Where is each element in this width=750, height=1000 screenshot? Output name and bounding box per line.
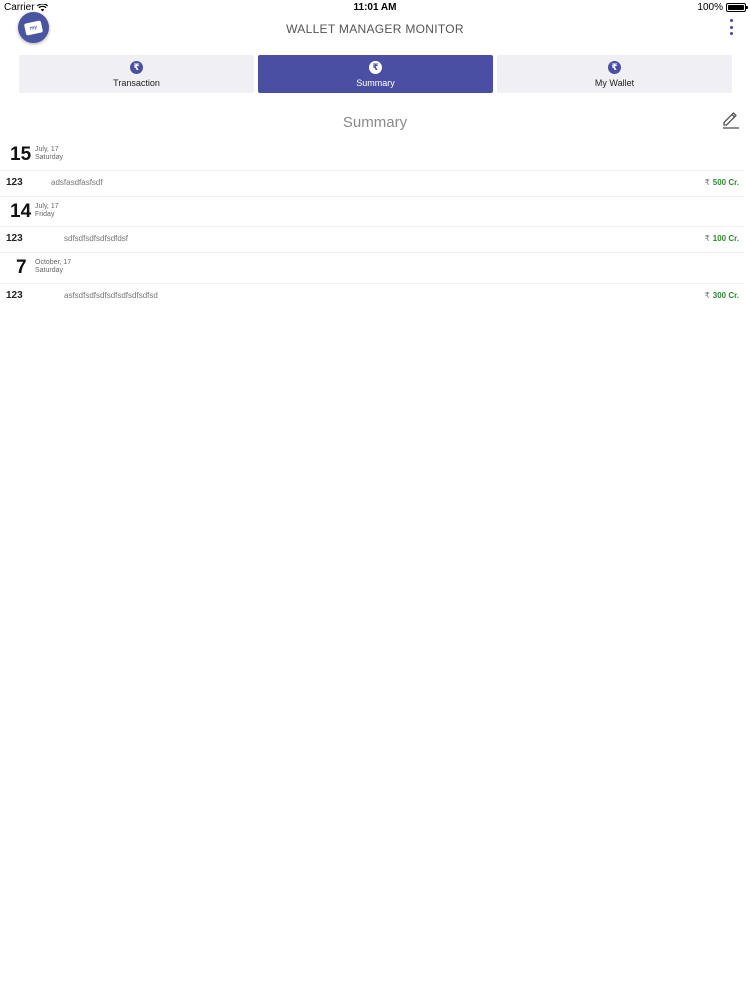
divider	[0, 283, 745, 284]
transaction-amount: ₹100 Cr.	[705, 234, 739, 243]
date-header: 7 October, 17 Saturday	[0, 257, 200, 281]
day-number: 14	[10, 201, 32, 222]
tab-label: My Wallet	[594, 77, 635, 88]
amount-value: 300 Cr.	[712, 291, 739, 300]
month-year: October, 17	[35, 259, 72, 266]
transaction-row[interactable]: 123 asfsdfsdfsdfsdfsdfsdfsdfsd ₹300 Cr.	[0, 290, 750, 308]
rupee-icon: ₹	[369, 60, 382, 74]
transaction-id: 123	[6, 177, 23, 188]
transaction-row[interactable]: 123 sdfsdfsdfsdfsdfdsf ₹100 Cr.	[0, 233, 750, 251]
day-number: 15	[10, 144, 32, 165]
tab-label: Transaction	[113, 77, 160, 88]
app-screen: Carrier 11:01 AM 100% my WALLET MANAGER …	[0, 0, 750, 1000]
weekday: Friday	[35, 211, 55, 218]
divider	[0, 226, 745, 227]
transaction-description: adsfasdfasfsdf	[51, 178, 103, 187]
rupee-icon: ₹	[130, 60, 143, 74]
tab-my-wallet[interactable]: ₹ My Wallet	[497, 55, 732, 93]
date-header: 15 July, 17 Saturday	[0, 144, 200, 168]
amount-value: 500 Cr.	[712, 178, 739, 187]
amount-value: 100 Cr.	[712, 234, 739, 243]
month-year: July, 17	[35, 146, 59, 153]
transaction-row[interactable]: 123 adsfasdfasfsdf ₹500 Cr.	[0, 177, 750, 195]
transaction-description: asfsdfsdfsdfsdfsdfsdfsdfsd	[64, 291, 158, 300]
transaction-id: 123	[6, 233, 23, 244]
transaction-amount: ₹300 Cr.	[705, 291, 739, 300]
divider	[0, 196, 745, 197]
app-header: my WALLET MANAGER MONITOR	[0, 12, 750, 46]
tab-summary[interactable]: ₹ Summary	[258, 55, 493, 93]
month-year: July, 17	[35, 203, 59, 210]
transaction-id: 123	[6, 290, 23, 301]
rupee-symbol: ₹	[704, 234, 710, 243]
weekday: Saturday	[35, 267, 64, 274]
day-number: 7	[16, 257, 27, 278]
transaction-amount: ₹500 Cr.	[705, 178, 739, 187]
tab-transaction[interactable]: ₹ Transaction	[19, 55, 254, 93]
rupee-symbol: ₹	[704, 178, 710, 187]
rupee-symbol: ₹	[704, 291, 710, 300]
tab-label: Summary	[356, 77, 395, 88]
weekday: Saturday	[35, 154, 64, 161]
divider	[0, 170, 745, 171]
page-title: Summary	[342, 114, 408, 131]
battery-icon	[726, 3, 748, 12]
edit-pencil-icon[interactable]	[721, 110, 741, 130]
app-title: WALLET MANAGER MONITOR	[286, 22, 464, 36]
divider	[0, 252, 745, 253]
transaction-description: sdfsdfsdfsdfsdfdsf	[64, 234, 129, 243]
date-header: 14 July, 17 Friday	[0, 201, 200, 225]
tab-bar: ₹ Transaction ₹ Summary ₹ My Wallet	[19, 55, 732, 93]
rupee-icon: ₹	[608, 60, 621, 74]
more-options-icon[interactable]	[728, 19, 734, 35]
